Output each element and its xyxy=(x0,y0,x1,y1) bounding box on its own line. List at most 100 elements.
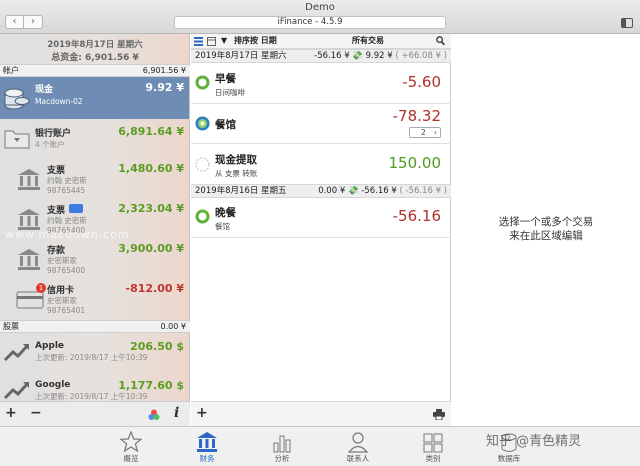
group-summary: -56.16 ¥ 💸 9.92 ¥ ( +66.08 ¥ ) xyxy=(314,50,447,62)
category-icon xyxy=(403,429,463,453)
accounts-section-label: 帐户 xyxy=(3,66,19,75)
tab-label: 数据库 xyxy=(497,454,521,463)
transaction-name: 早餐 xyxy=(215,73,236,85)
account-checking-1[interactable]: 支票 约翰 史密斯 98765445 1,480.60 ¥ xyxy=(0,161,189,201)
split-count: 2 xyxy=(421,128,426,137)
tab-categories[interactable]: 类别 xyxy=(403,429,463,464)
account-number: 98765445 xyxy=(47,186,86,195)
stocks-section-value: 0.00 ¥ xyxy=(160,322,186,331)
stock-google[interactable]: Google 上次更新: 2019/8/17 上午10:39 1,177.60 … xyxy=(0,371,189,401)
summary-total: 总资金: 6,901.56 ¥ xyxy=(51,53,139,63)
account-owner: 约翰 史密斯 xyxy=(47,176,87,185)
account-value: 2,323.04 ¥ xyxy=(118,202,184,215)
group-change: 0.00 ¥ xyxy=(318,186,346,196)
stocks-section-header[interactable]: 股票 0.00 ¥ xyxy=(0,320,190,333)
add-account-button[interactable]: + xyxy=(5,406,17,420)
split-count-badge[interactable]: 2 ‹ xyxy=(409,127,441,138)
filter-label[interactable]: 所有交易 xyxy=(352,34,384,48)
restaurant-category-icon xyxy=(195,116,210,134)
sort-menu-icon[interactable]: ▼ xyxy=(221,34,227,48)
nav-buttons: ‹ › xyxy=(5,15,43,29)
transaction-payee: 餐馆 xyxy=(215,222,230,231)
date-group-header: 2019年8月16日 星期五 0.00 ¥ 💸 -56.16 ¥ ( -56.1… xyxy=(191,184,451,198)
account-savings[interactable]: 存款 史密斯家 98765400 3,900.00 ¥ xyxy=(0,241,189,281)
back-button[interactable]: ‹ xyxy=(5,15,24,29)
stock-value: 206.50 $ xyxy=(130,340,184,353)
account-value: 3,900.00 ¥ xyxy=(118,242,184,255)
account-number: 98765401 xyxy=(47,306,86,315)
default-account-flag xyxy=(69,204,83,213)
stock-name: Apple xyxy=(35,341,65,351)
color-circles-icon[interactable] xyxy=(148,409,160,424)
transaction-amount: 150.00 xyxy=(388,154,442,172)
remove-account-button[interactable]: − xyxy=(30,406,42,420)
sort-label[interactable]: 排序按 日期 xyxy=(234,34,277,48)
forward-button[interactable]: › xyxy=(24,15,43,29)
apple-category-icon xyxy=(195,209,210,227)
transaction-name: 晚餐 xyxy=(215,207,236,219)
sidebar-toggle-icon[interactable] xyxy=(621,18,633,28)
stock-value: 1,177.60 $ xyxy=(118,379,184,392)
printer-icon[interactable] xyxy=(433,409,445,423)
group-change: -56.16 ¥ xyxy=(314,51,350,61)
app-title-field[interactable]: iFinance - 4.5.9 xyxy=(174,16,446,29)
tab-label: 财务 xyxy=(199,454,215,463)
account-name: 支票 xyxy=(47,206,66,216)
group-delta: ( -56.16 ¥ ) xyxy=(399,186,447,196)
tab-label: 联系人 xyxy=(346,454,370,463)
transaction-amount: -78.32 xyxy=(392,107,441,125)
person-icon xyxy=(328,429,388,453)
empty-message-line1: 选择一个或多个交易 xyxy=(498,216,594,228)
transactions-pane: ▼ 排序按 日期 所有交易 2019年8月17日 星期六 -56.16 ¥ 💸 … xyxy=(191,34,451,426)
tab-analysis[interactable]: 分析 xyxy=(252,429,312,464)
transaction-row[interactable]: 晚餐 餐馆 -56.16 xyxy=(191,198,451,238)
stock-apple[interactable]: Apple 上次更新: 2019/8/17 上午10:39 206.50 $ xyxy=(0,333,189,371)
accounts-section-value: 6,901.56 ¥ xyxy=(142,66,186,75)
window-titlebar: Demo ‹ › iFinance - 4.5.9 xyxy=(0,0,640,34)
transaction-name: 餐馆 xyxy=(215,119,236,131)
account-owner: 史密斯家 xyxy=(47,296,77,305)
stock-updated: 上次更新: 2019/8/17 上午10:39 xyxy=(35,392,148,401)
account-cash[interactable]: 现金 Macdown-02 9.92 ¥ xyxy=(0,77,189,119)
account-bank-group[interactable]: 银行账户 4 个账户 6,891.64 ¥ xyxy=(0,119,189,161)
group-date: 2019年8月16日 星期五 xyxy=(195,186,287,196)
money-icon: 💸 xyxy=(352,51,363,61)
tab-overview[interactable]: 概览 xyxy=(101,429,161,464)
transaction-row[interactable]: 餐馆 -78.32 2 ‹ xyxy=(191,104,451,144)
transaction-name: 现金提取 xyxy=(215,154,257,166)
account-value: 1,480.60 ¥ xyxy=(118,162,184,175)
stock-updated: 上次更新: 2019/8/17 上午10:39 xyxy=(35,353,148,362)
accounts-footer: + − i xyxy=(0,401,190,426)
notification-badge: 1 xyxy=(36,283,46,293)
macdown-watermark: www.macdown.com xyxy=(5,228,130,241)
accounts-summary: 2019年8月17日 星期六 总资金: 6,901.56 ¥ xyxy=(0,34,190,64)
tab-label: 分析 xyxy=(274,454,290,463)
group-balance: 9.92 ¥ xyxy=(365,51,393,61)
tab-label: 概览 xyxy=(123,454,139,463)
account-sub: Macdown-02 xyxy=(35,97,83,106)
accounts-section-header[interactable]: 帐户 6,901.56 ¥ xyxy=(0,64,190,77)
summary-date: 2019年8月17日 星期六 xyxy=(47,40,143,50)
info-button[interactable]: i xyxy=(174,406,179,420)
group-balance: -56.16 ¥ xyxy=(361,186,397,196)
date-group-header: 2019年8月17日 星期六 -56.16 ¥ 💸 9.92 ¥ ( +66.0… xyxy=(191,49,451,63)
tab-finance[interactable]: 财务 xyxy=(177,429,237,464)
account-name: 现金 xyxy=(35,85,54,95)
stocks-section-label: 股票 xyxy=(3,322,19,331)
account-name: 信用卡 xyxy=(47,286,75,296)
tab-contacts[interactable]: 联系人 xyxy=(328,429,388,464)
bank-icon xyxy=(177,429,237,453)
account-owner: 史密斯家 xyxy=(47,256,77,265)
transaction-amount: -56.16 xyxy=(392,207,441,225)
account-value: 6,891.64 ¥ xyxy=(118,125,184,138)
transaction-row[interactable]: 现金提取 从 支票 转账 150.00 xyxy=(191,144,451,186)
add-transaction-button[interactable]: + xyxy=(196,406,208,420)
transfer-category-icon xyxy=(195,157,210,175)
transactions-footer: + xyxy=(191,401,451,426)
account-credit-card[interactable]: 1 信用卡 史密斯家 98765401 -812.00 ¥ xyxy=(0,281,189,321)
zhihu-watermark: 知乎 @青色精灵 xyxy=(486,434,582,449)
transaction-row[interactable]: 早餐 日间咖啡 -5.60 xyxy=(191,63,451,104)
empty-selection-message: 选择一个或多个交易 来在此区域编辑 xyxy=(452,215,640,243)
account-name: 存款 xyxy=(47,246,66,256)
bank-building-icon xyxy=(16,167,42,194)
